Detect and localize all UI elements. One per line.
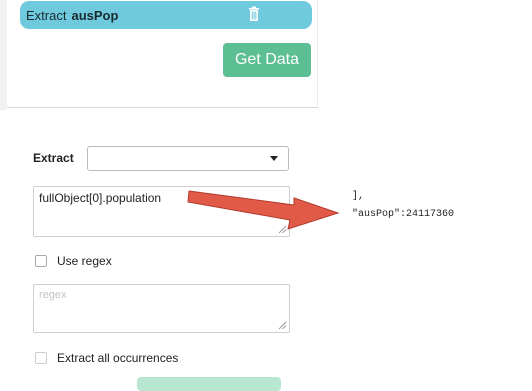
json-line: "ausPop":24117360 <box>352 209 455 220</box>
extract-pill-label: Extract <box>26 7 67 23</box>
bottom-action-button[interactable] <box>137 377 281 391</box>
extract-all-checkbox[interactable] <box>35 352 47 364</box>
resize-handle-icon[interactable] <box>278 321 287 330</box>
left-panel-edge <box>0 0 7 110</box>
extract-all-label: Extract all occurrences <box>57 351 179 365</box>
use-regex-row[interactable]: Use regex <box>35 254 112 268</box>
path-input-value: fullObject[0].population <box>39 191 162 205</box>
extract-all-row[interactable]: Extract all occurrences <box>35 351 178 365</box>
section-divider <box>7 107 318 108</box>
use-regex-checkbox[interactable] <box>35 255 47 267</box>
extract-select[interactable] <box>87 146 289 171</box>
extract-pill[interactable]: Extract ausPop <box>20 1 312 29</box>
regex-placeholder: regex <box>39 289 67 301</box>
annotation-arrow <box>187 190 340 230</box>
json-line: ], <box>352 191 365 202</box>
panel-separator <box>317 0 318 107</box>
trash-icon[interactable] <box>248 6 260 22</box>
json-preview: ], "ausPop":24117360 <box>352 188 454 224</box>
extract-pill-value: ausPop <box>71 7 119 23</box>
extract-label: Extract <box>33 151 74 165</box>
regex-input[interactable]: regex <box>33 284 290 333</box>
use-regex-label: Use regex <box>57 254 112 268</box>
caret-down-icon <box>270 156 278 161</box>
get-data-button[interactable]: Get Data <box>223 43 311 77</box>
